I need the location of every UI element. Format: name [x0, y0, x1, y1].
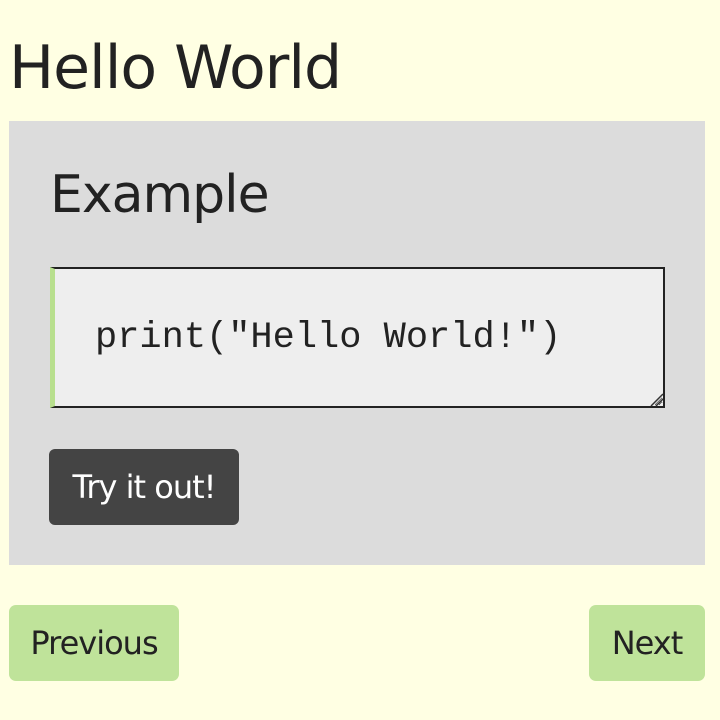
example-panel: Example print("Hello World!") Try it out… — [9, 121, 705, 565]
example-heading: Example — [50, 165, 270, 225]
resize-handle-icon[interactable] — [649, 392, 664, 407]
next-button[interactable]: Next — [589, 605, 705, 681]
previous-button[interactable]: Previous — [9, 605, 179, 681]
code-editor[interactable]: print("Hello World!") — [50, 267, 665, 408]
try-it-out-button[interactable]: Try it out! — [49, 449, 239, 525]
page-title: Hello World — [9, 33, 342, 103]
